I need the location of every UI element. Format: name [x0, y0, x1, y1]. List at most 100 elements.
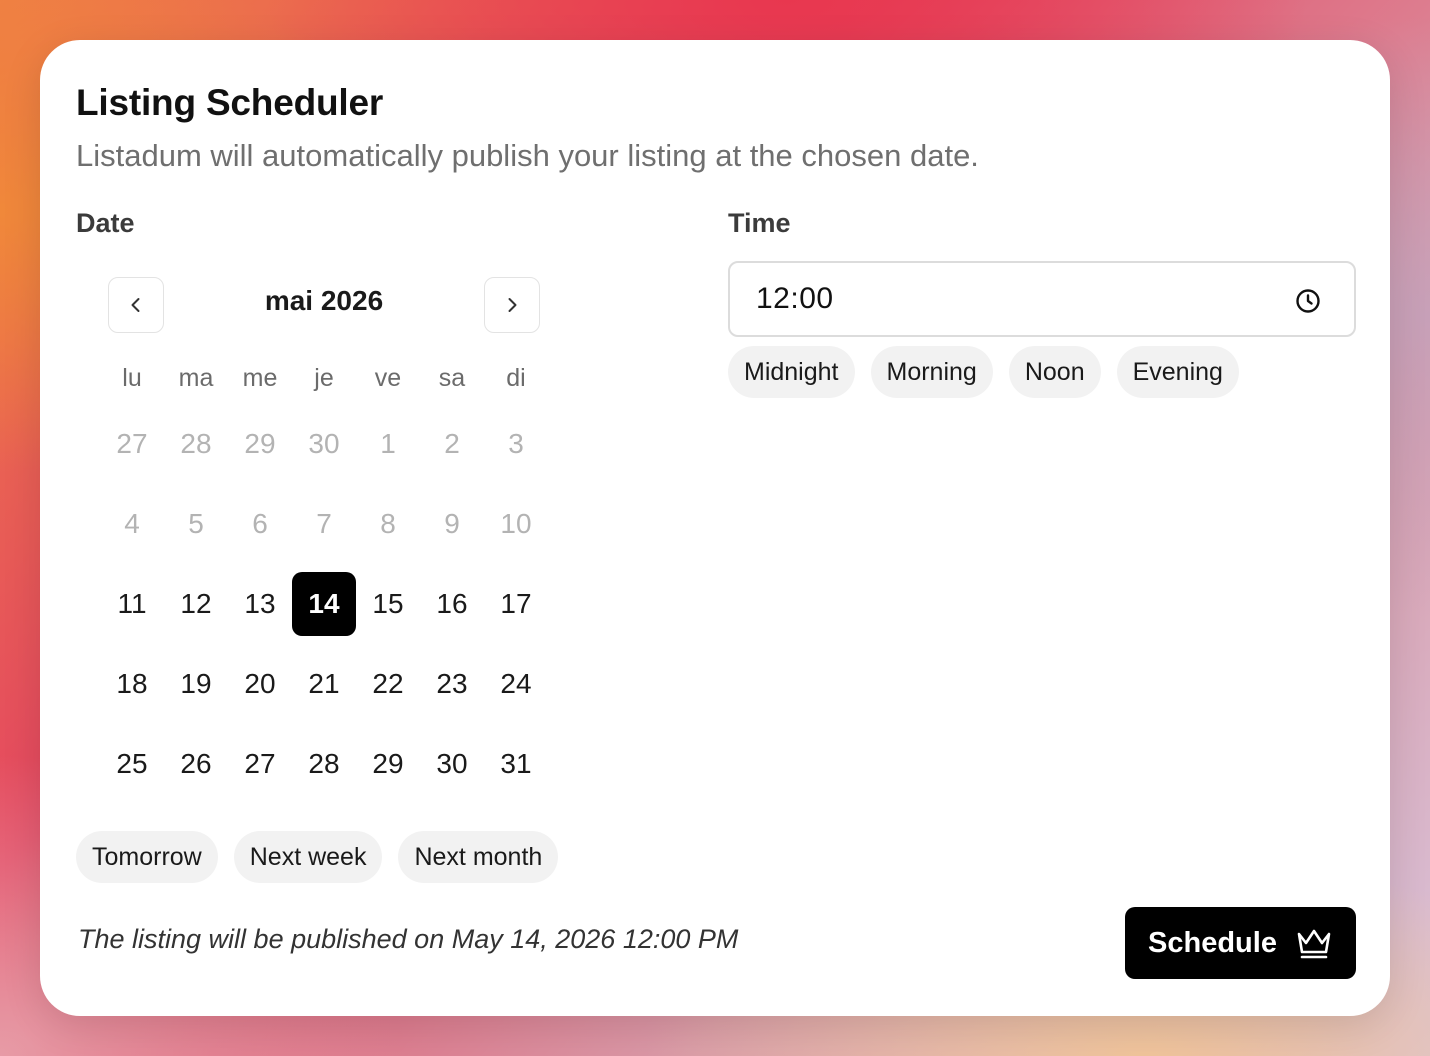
clock-icon[interactable] — [1294, 287, 1322, 315]
day-number: 17 — [500, 588, 532, 619]
schedule-button[interactable]: Schedule — [1125, 907, 1356, 979]
schedule-button-label: Schedule — [1148, 926, 1277, 959]
time-chip-morning[interactable]: Morning — [870, 346, 993, 398]
calendar-day[interactable]: 20 — [228, 644, 292, 724]
calendar-day[interactable]: 8 — [356, 484, 420, 564]
day-number: 28 — [180, 428, 212, 459]
calendar-day-selected[interactable]: 14 — [292, 564, 356, 644]
day-number: 11 — [117, 588, 147, 619]
chevron-right-icon — [508, 298, 517, 312]
calendar-day[interactable]: 27 — [228, 724, 292, 804]
day-number: 27 — [116, 428, 148, 459]
calendar-day[interactable]: 30 — [292, 404, 356, 484]
publish-summary: The listing will be published on May 14,… — [78, 924, 739, 954]
scheduler-card: Listing Scheduler Listadum will automati… — [40, 40, 1390, 1016]
calendar-day[interactable]: 27 — [100, 404, 164, 484]
day-number: 21 — [308, 668, 340, 699]
calendar-day[interactable]: 23 — [420, 644, 484, 724]
chevron-left-icon — [131, 298, 140, 312]
time-input[interactable]: 12:00 — [728, 261, 1356, 337]
calendar-day[interactable]: 31 — [484, 724, 548, 804]
day-number: 13 — [244, 588, 276, 619]
calendar-day[interactable]: 29 — [228, 404, 292, 484]
day-number: 5 — [188, 508, 204, 539]
calendar-day[interactable]: 25 — [100, 724, 164, 804]
time-quick-picks: Midnight Morning Noon Evening — [728, 346, 1239, 398]
day-number: 29 — [372, 748, 404, 779]
weekday-label: ve — [374, 363, 402, 392]
date-chip-next-week[interactable]: Next week — [233, 831, 383, 883]
date-chip-tomorrow[interactable]: Tomorrow — [76, 831, 218, 883]
day-number: 19 — [180, 668, 212, 699]
day-number: 10 — [500, 508, 532, 539]
calendar-day[interactable]: 29 — [356, 724, 420, 804]
day-number: 4 — [124, 508, 140, 539]
weekday-label: lu — [122, 363, 142, 392]
day-number: 23 — [436, 668, 468, 699]
day-number: 26 — [180, 748, 212, 779]
date-chip-next-month[interactable]: Next month — [398, 831, 559, 883]
calendar-day[interactable]: 26 — [164, 724, 228, 804]
day-number: 15 — [372, 588, 404, 619]
weekday-label: di — [506, 363, 526, 392]
calendar-day[interactable]: 1 — [356, 404, 420, 484]
day-number: 28 — [308, 748, 340, 779]
calendar-day[interactable]: 28 — [292, 724, 356, 804]
page-subtitle: Listadum will automatically publish your… — [76, 138, 979, 173]
weekday-label: me — [242, 363, 278, 392]
page-title: Listing Scheduler — [76, 82, 384, 123]
day-number: 24 — [500, 668, 532, 699]
month-label: mai 2026 — [264, 285, 384, 316]
calendar-day[interactable]: 4 — [100, 484, 164, 564]
calendar-grid: lu ma me je ve sa di 27 28 29 30 1 2 3 4 5 6 7 8 9 10 11 12 13 1… — [100, 352, 548, 804]
day-number: 25 — [116, 748, 148, 779]
weekday-label: sa — [438, 363, 466, 392]
crown-icon — [1297, 929, 1331, 959]
day-number: 8 — [380, 508, 396, 539]
day-number: 9 — [444, 508, 460, 539]
calendar-day[interactable]: 7 — [292, 484, 356, 564]
calendar-day[interactable]: 28 — [164, 404, 228, 484]
calendar-day[interactable]: 10 — [484, 484, 548, 564]
calendar-day[interactable]: 13 — [228, 564, 292, 644]
next-month-button[interactable] — [484, 277, 540, 333]
time-value: 12:00 — [756, 282, 834, 315]
day-number: 16 — [436, 588, 468, 619]
day-number: 30 — [436, 748, 468, 779]
day-number: 2 — [444, 428, 460, 459]
calendar-day[interactable]: 12 — [164, 564, 228, 644]
day-number: 3 — [508, 428, 524, 459]
calendar-day[interactable]: 18 — [100, 644, 164, 724]
calendar-day[interactable]: 6 — [228, 484, 292, 564]
previous-month-button[interactable] — [108, 277, 164, 333]
day-number: 31 — [500, 748, 532, 779]
calendar-day[interactable]: 3 — [484, 404, 548, 484]
calendar-day[interactable]: 30 — [420, 724, 484, 804]
weekday-label: ma — [178, 363, 214, 392]
calendar-day[interactable]: 17 — [484, 564, 548, 644]
calendar-day[interactable]: 21 — [292, 644, 356, 724]
calendar-day[interactable]: 24 — [484, 644, 548, 724]
day-number: 1 — [380, 428, 396, 459]
day-number: 14 — [292, 572, 356, 636]
time-chip-evening[interactable]: Evening — [1116, 346, 1239, 398]
date-label: Date — [76, 208, 135, 238]
calendar-day[interactable]: 16 — [420, 564, 484, 644]
calendar-day[interactable]: 9 — [420, 484, 484, 564]
day-number: 6 — [252, 508, 268, 539]
calendar-day[interactable]: 22 — [356, 644, 420, 724]
day-number: 18 — [116, 668, 148, 699]
time-label: Time — [728, 208, 791, 238]
calendar-day[interactable]: 19 — [164, 644, 228, 724]
calendar-day[interactable]: 5 — [164, 484, 228, 564]
day-number: 30 — [308, 428, 340, 459]
calendar-day[interactable]: 2 — [420, 404, 484, 484]
calendar-day[interactable]: 15 — [356, 564, 420, 644]
time-chip-noon[interactable]: Noon — [1008, 346, 1101, 398]
day-number: 7 — [316, 508, 332, 539]
day-number: 20 — [244, 668, 276, 699]
day-number: 27 — [244, 748, 276, 779]
calendar-day[interactable]: 11 — [100, 564, 164, 644]
weekday-label: je — [314, 363, 334, 392]
time-chip-midnight[interactable]: Midnight — [728, 346, 855, 398]
